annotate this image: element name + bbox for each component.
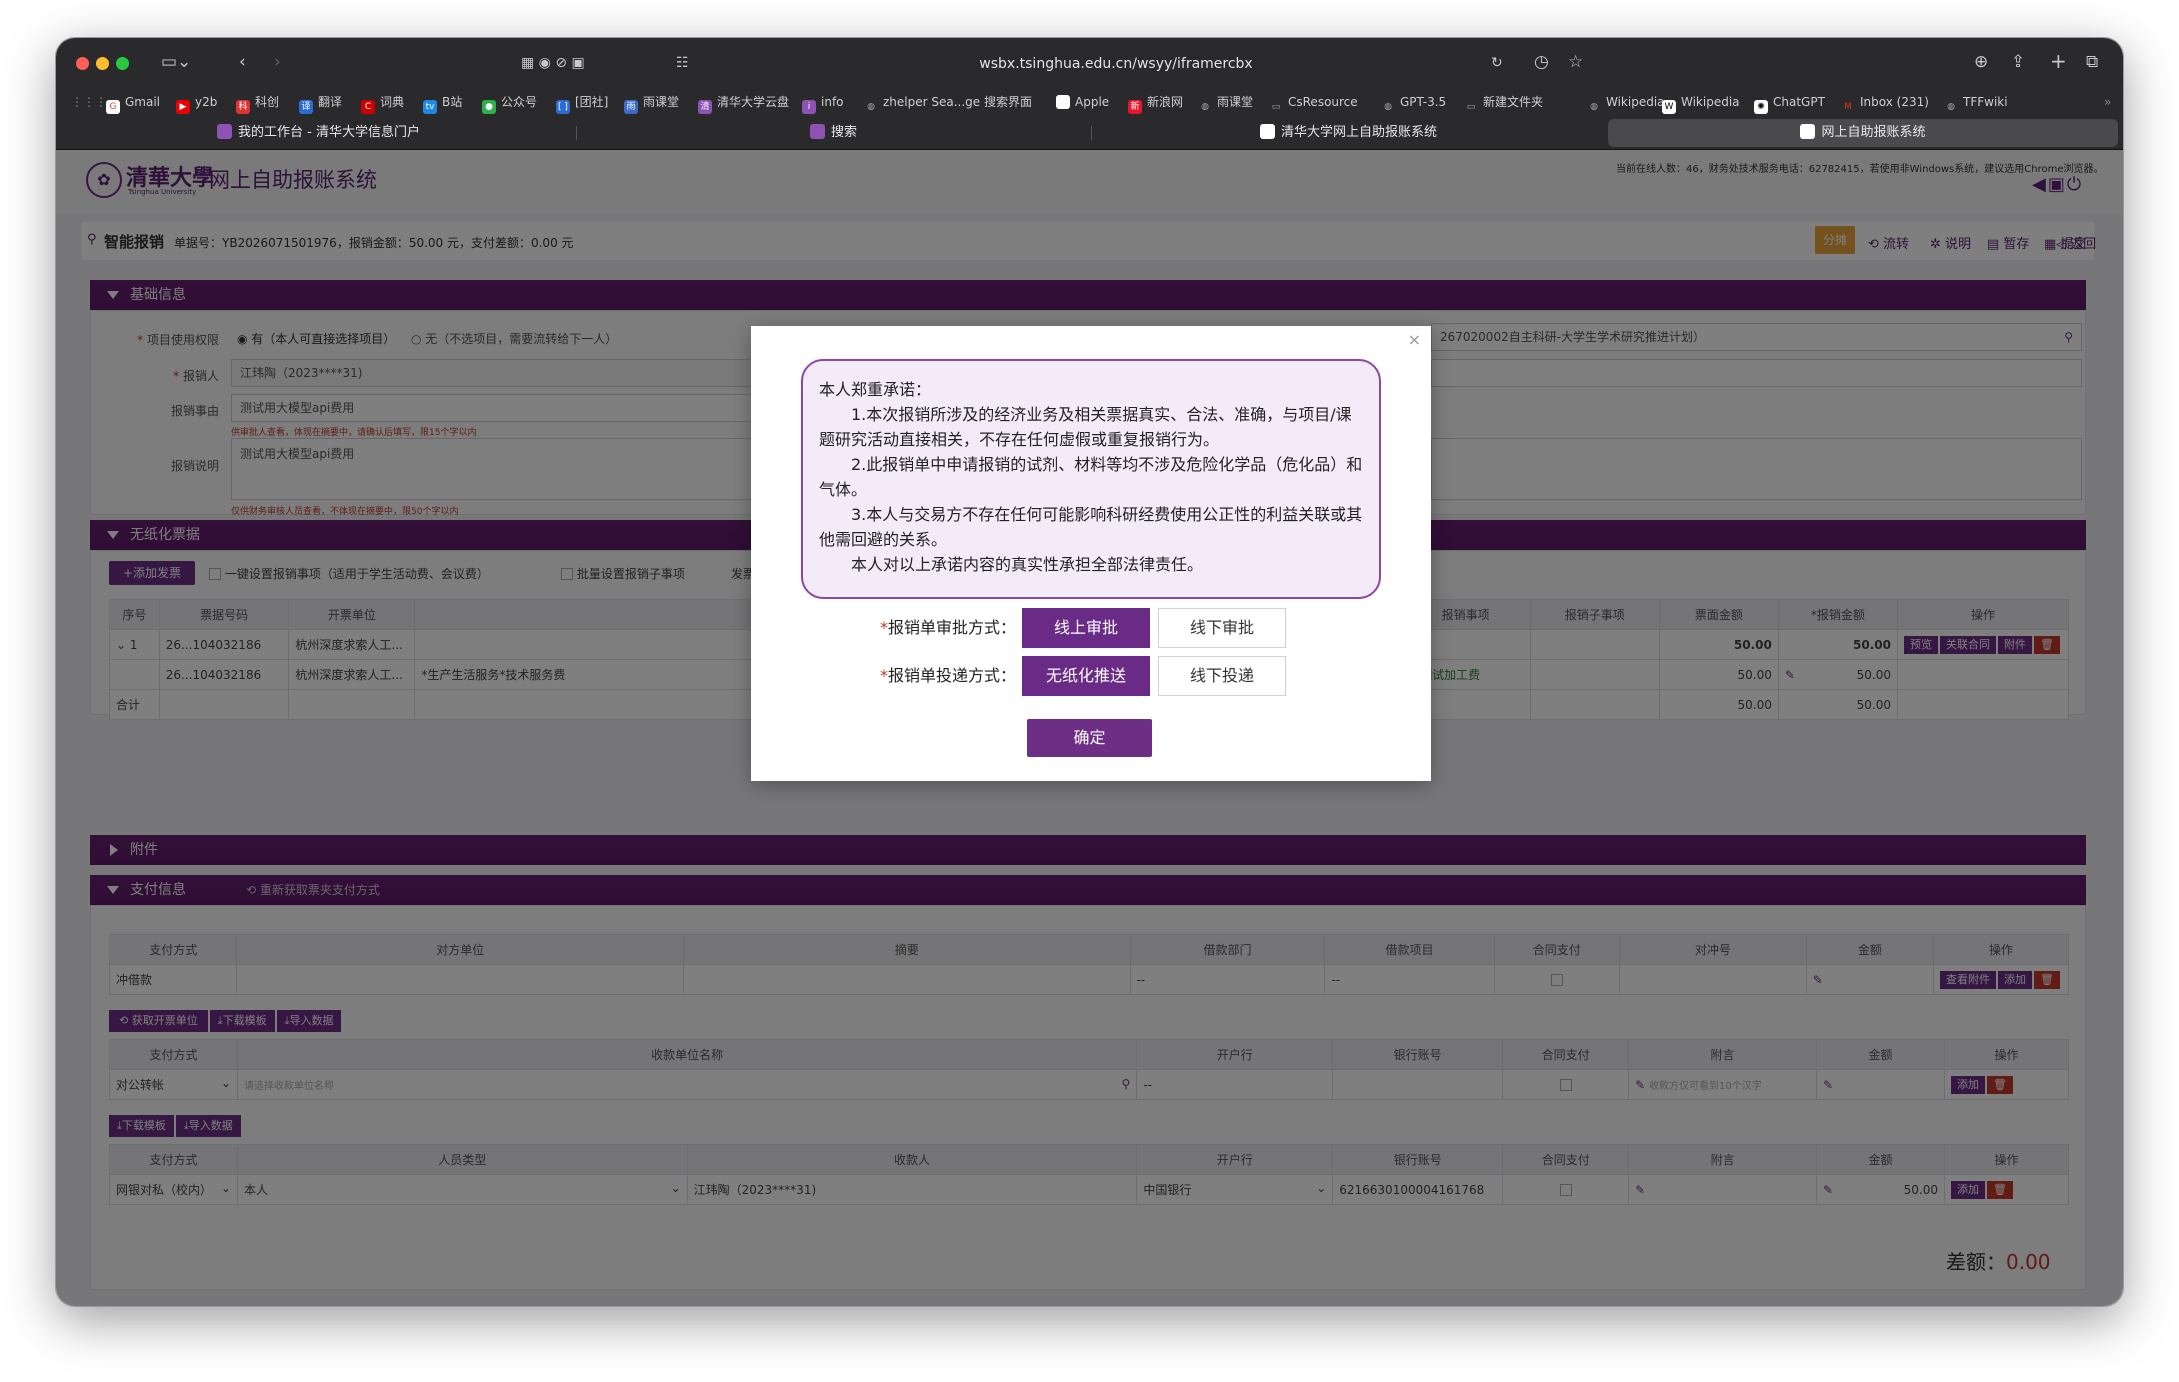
approval-method-label: *报销单审批方式： — [879, 618, 1016, 637]
approval-method-row: *报销单审批方式： 线上审批 线下审批 — [751, 608, 1431, 648]
bookmark[interactable]: C 词典 — [361, 94, 404, 114]
confirm-button[interactable]: 确定 — [1027, 719, 1152, 757]
delivery-method-row: *报销单投递方式： 无纸化推送 线下投递 — [751, 656, 1431, 696]
bookmark[interactable]: G Gmail — [106, 94, 160, 114]
tab-overview-icon[interactable]: ⧉ — [2086, 52, 2098, 72]
bookmark[interactable]: [ ] [团社] — [556, 94, 608, 114]
close-window-button[interactable] — [76, 57, 89, 70]
new-tab-icon[interactable]: + — [2050, 51, 2067, 71]
share-icon[interactable]: ⇪ — [2011, 52, 2025, 72]
extension-icons[interactable]: ▦ ◉ ⊘ ▣ — [521, 53, 585, 73]
sidebar-icon[interactable]: ▭⌄ — [161, 52, 191, 72]
bookmark[interactable]: M Inbox (231) — [1841, 94, 1929, 114]
bookmark[interactable]: i info — [802, 94, 844, 114]
offline-delivery-option[interactable]: 线下投递 — [1158, 656, 1286, 696]
bookmarks-bar: ⋮⋮⋮ G Gmail ▶ y2b 科科创 译翻译 C 词典 tv B站 ● 公众号 [ … — [56, 88, 2123, 116]
bookmark[interactable]: W Wikipedia — [1662, 94, 1740, 114]
paperless-push-option[interactable]: 无纸化推送 — [1022, 656, 1150, 696]
bookmark[interactable]: 科科创 — [236, 94, 279, 114]
close-icon[interactable]: × — [1408, 330, 1421, 349]
browser-window: ▭⌄ ‹ › ▦ ◉ ⊘ ▣ ☷ wsbx.tsinghua.edu.cn/ws… — [55, 37, 2124, 1307]
bookmark[interactable]: tv B站 — [423, 94, 462, 114]
bookmark[interactable]: ▭ 新建文件夹 — [1464, 94, 1543, 114]
bookmark[interactable]: Apple — [1056, 94, 1109, 110]
tab[interactable]: 清华大学网上自助报账系统 — [1096, 119, 1601, 147]
bookmark[interactable]: ▶ y2b — [176, 94, 217, 114]
offline-approval-option[interactable]: 线下审批 — [1158, 608, 1286, 648]
address-bar[interactable]: wsbx.tsinghua.edu.cn/wsyy/iframercbx — [676, 49, 1556, 79]
apps-grid-icon[interactable]: ⋮⋮⋮ — [71, 94, 107, 110]
reload-icon[interactable]: ↻ — [1491, 53, 1503, 73]
tab-bar: 我的工作台 - 清华大学信息门户 搜索 清华大学网上自助报账系统 网上自助报账系… — [56, 116, 2123, 150]
bookmark[interactable]: ◍ Wikipedia — [1587, 94, 1664, 114]
bookmark[interactable]: ◍ 雨课堂 — [1198, 94, 1253, 114]
bookmark[interactable]: ● 公众号 — [482, 94, 537, 114]
commitment-item-3: 3.本人与交易方不存在任何可能影响科研经费使用公正性的利益关联或其他需回避的关系… — [819, 505, 1363, 549]
commitment-item-1: 1.本次报销所涉及的经济业务及相关票据真实、合法、准确，与项目/课题研究活动直接… — [819, 405, 1352, 449]
bookmark[interactable]: 新新浪网 — [1128, 94, 1183, 114]
bookmark[interactable]: ▭ CsResource — [1269, 94, 1358, 114]
tab[interactable]: 我的工作台 - 清华大学信息门户 — [66, 119, 571, 147]
commitment-dialog: × 本人郑重承诺： 1.本次报销所涉及的经济业务及相关票据真实、合法、准确，与项… — [751, 326, 1431, 781]
bookmark[interactable]: ◍ TFFwiki — [1944, 94, 2008, 114]
bookmark[interactable]: 雨雨课堂 — [624, 94, 679, 114]
commitment-item-2: 2.此报销单中申请报销的试剂、材料等均不涉及危险化学品（危化品）和气体。 — [819, 455, 1363, 499]
bookmark[interactable]: ✺ ChatGPT — [1754, 94, 1825, 114]
more-bookmarks-icon[interactable]: » — [2104, 94, 2111, 110]
history-icon[interactable]: ◷ — [1534, 52, 1549, 72]
tab-active[interactable]: 网上自助报账系统 — [1608, 119, 2118, 147]
browser-toolbar: ▭⌄ ‹ › ▦ ◉ ⊘ ▣ ☷ wsbx.tsinghua.edu.cn/ws… — [56, 38, 2123, 88]
back-icon[interactable]: ‹ — [239, 52, 246, 72]
zoom-window-button[interactable] — [116, 57, 129, 70]
online-approval-option[interactable]: 线上审批 — [1022, 608, 1150, 648]
bookmark[interactable]: ◍ GPT-3.5 — [1381, 94, 1446, 114]
commitment-title: 本人郑重承诺： — [819, 380, 932, 399]
bookmark[interactable]: 译翻译 — [299, 94, 342, 114]
tab[interactable]: 搜索 — [581, 119, 1086, 147]
commitment-statement: 本人对以上承诺内容的真实性承担全部法律责任。 — [851, 555, 1204, 574]
delivery-method-label: *报销单投递方式： — [879, 666, 1016, 685]
bookmark[interactable]: 清清华大学云盘 — [698, 94, 789, 114]
download-icon[interactable]: ⊕ — [1974, 52, 1988, 72]
commitment-text-box: 本人郑重承诺： 1.本次报销所涉及的经济业务及相关票据真实、合法、准确，与项目/… — [801, 359, 1381, 599]
bookmark-star-icon[interactable]: ☆ — [1568, 52, 1583, 72]
forward-icon[interactable]: › — [274, 52, 281, 72]
bookmark[interactable]: ◍ zhelper Sea...ge 搜索界面 — [864, 94, 1032, 114]
minimize-window-button[interactable] — [96, 57, 109, 70]
